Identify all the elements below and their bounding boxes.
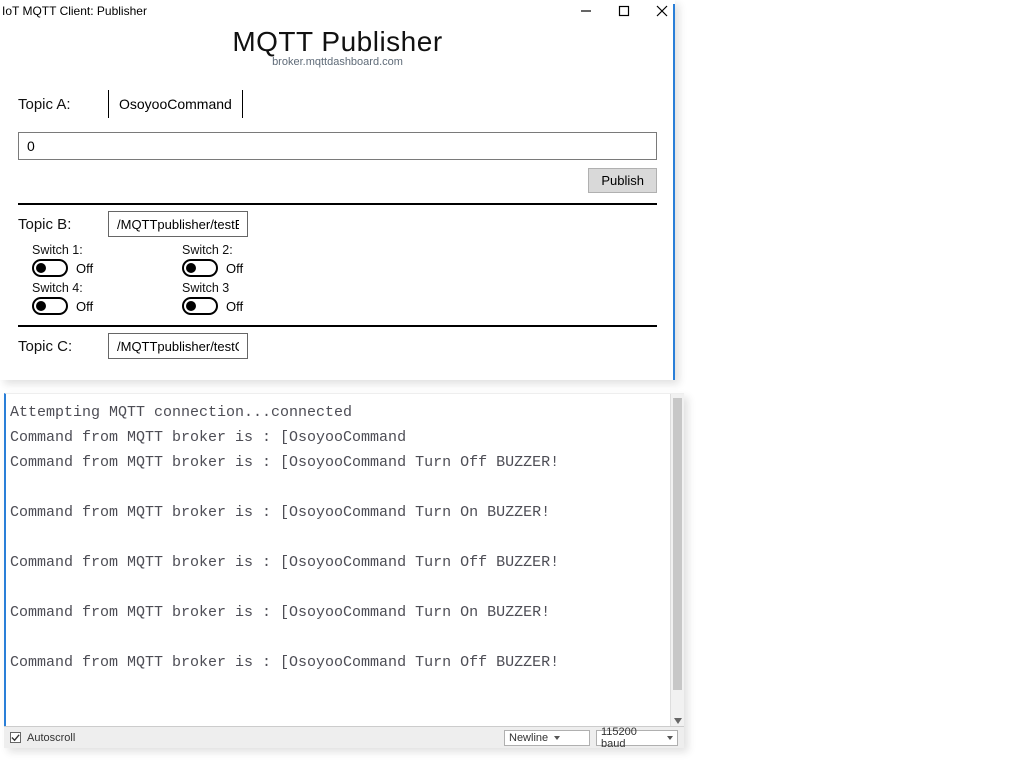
switch-2-toggle[interactable]: [182, 259, 218, 277]
switch-1-label: Switch 1:: [32, 243, 162, 257]
switch-2-cell: Switch 2: Off: [182, 243, 312, 277]
scroll-down-icon[interactable]: [674, 718, 682, 724]
topic-c-label: Topic C:: [18, 338, 108, 355]
switch-2-state: Off: [226, 261, 243, 276]
serial-monitor-window: Attempting MQTT connection...connected C…: [4, 393, 684, 748]
chevron-down-icon: [667, 736, 673, 740]
titlebar: IoT MQTT Client: Publisher: [0, 0, 675, 22]
topic-a-value: OsoyooCommand: [119, 96, 232, 112]
switch-3-cell: Switch 3 Off: [182, 281, 312, 315]
close-icon[interactable]: [655, 4, 669, 18]
chevron-down-icon: [554, 736, 560, 740]
switch-2-label: Switch 2:: [182, 243, 312, 257]
switch-4-toggle[interactable]: [32, 297, 68, 315]
broker-label: broker.mqttdashboard.com: [0, 56, 675, 68]
maximize-icon[interactable]: [617, 4, 631, 18]
topic-c-row: Topic C:: [18, 333, 657, 359]
serial-output-wrap: Attempting MQTT connection...connected C…: [4, 393, 684, 726]
serial-footer: Autoscroll Newline 115200 baud: [4, 726, 684, 748]
window-title: IoT MQTT Client: Publisher: [2, 4, 147, 18]
topic-b-input[interactable]: [108, 211, 248, 237]
divider-ab: [18, 203, 657, 205]
switch-4-state: Off: [76, 299, 93, 314]
switch-3-toggle[interactable]: [182, 297, 218, 315]
switch-1-cell: Switch 1: Off: [32, 243, 162, 277]
publish-row: Publish: [18, 168, 657, 193]
switch-1-state: Off: [76, 261, 93, 276]
switch-3-state: Off: [226, 299, 243, 314]
mqtt-publisher-window: IoT MQTT Client: Publisher MQTT Publishe…: [0, 0, 675, 380]
autoscroll-checkbox[interactable]: [10, 732, 21, 743]
switch-3-label: Switch 3: [182, 281, 312, 295]
switch-4-cell: Switch 4: Off: [32, 281, 162, 315]
switch-4-label: Switch 4:: [32, 281, 162, 295]
content-area: Topic A: OsoyooCommand Publish Topic B: …: [0, 90, 675, 359]
switch-1-toggle[interactable]: [32, 259, 68, 277]
autoscroll-label: Autoscroll: [27, 732, 75, 744]
topic-b-label: Topic B:: [18, 216, 108, 233]
message-input[interactable]: [18, 132, 657, 160]
header-block: MQTT Publisher broker.mqttdashboard.com: [0, 26, 675, 68]
window-controls: [579, 4, 669, 18]
topic-b-row: Topic B:: [18, 211, 657, 237]
serial-scrollbar[interactable]: [670, 394, 684, 726]
serial-output[interactable]: Attempting MQTT connection...connected C…: [6, 394, 684, 726]
baud-dropdown[interactable]: 115200 baud: [596, 730, 678, 746]
scrollbar-thumb[interactable]: [673, 398, 682, 690]
topic-a-field[interactable]: OsoyooCommand: [108, 90, 243, 118]
topic-a-label: Topic A:: [18, 96, 108, 113]
line-ending-value: Newline: [509, 732, 548, 744]
line-ending-dropdown[interactable]: Newline: [504, 730, 590, 746]
topic-c-input[interactable]: [108, 333, 248, 359]
divider-bc: [18, 325, 657, 327]
baud-value: 115200 baud: [601, 726, 661, 750]
publish-button[interactable]: Publish: [588, 168, 657, 193]
topic-a-row: Topic A: OsoyooCommand: [18, 90, 657, 118]
switch-grid: Switch 1: Off Switch 2: Off Switch 4: Of…: [32, 243, 657, 315]
page-title: MQTT Publisher: [0, 26, 675, 58]
minimize-icon[interactable]: [579, 4, 593, 18]
